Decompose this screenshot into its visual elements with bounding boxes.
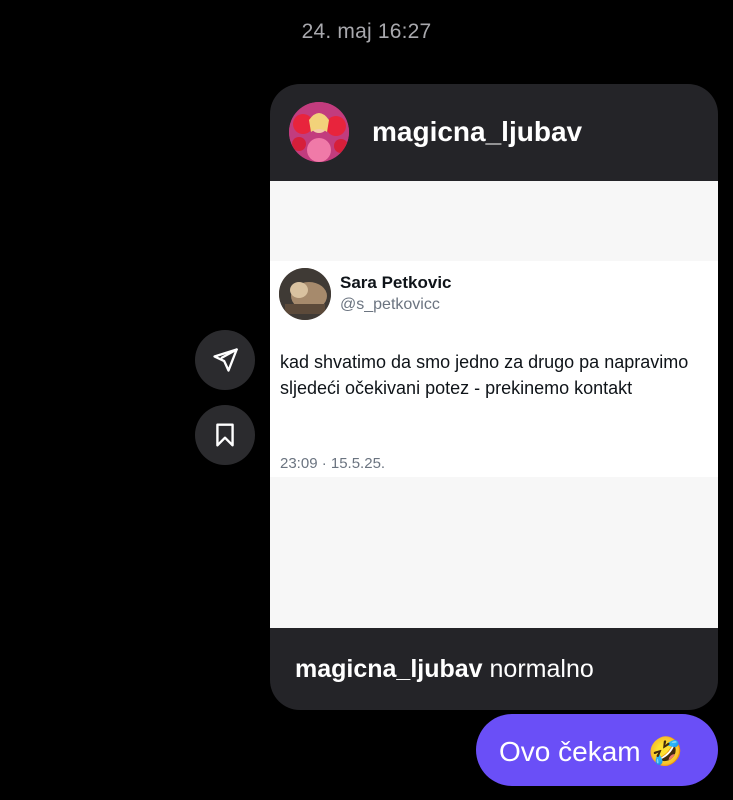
chat-screen: 24. maj 16:27 magicna_ljubav Sara Petkov… [0, 0, 733, 800]
post-header[interactable]: magicna_ljubav [270, 84, 718, 181]
tweet-avatar [279, 268, 331, 320]
tweet-text: kad shvatimo da smo jedno za drugo pa na… [280, 352, 689, 398]
post-image[interactable]: Sara Petkovic @s_petkovicc kad shvatimo … [270, 181, 718, 628]
caption-text: normalno [489, 655, 594, 683]
message-timestamp: 24. maj 16:27 [301, 20, 432, 43]
tweet-time: 23:09 · 15.5.25. [280, 455, 386, 472]
tweet-author-handle: @s_petkovicc [340, 296, 440, 313]
bookmark-icon [212, 421, 238, 449]
post-caption: magicna_ljubav normalno [295, 655, 594, 684]
save-button[interactable] [195, 405, 255, 465]
avatar[interactable] [289, 102, 349, 162]
shared-post-bubble[interactable]: magicna_ljubav Sara Petkovic @s_petkovic… [270, 84, 718, 710]
sent-message-text: Ovo čekam 🤣 [499, 736, 684, 767]
post-username[interactable]: magicna_ljubav [372, 116, 582, 148]
sent-message-bubble[interactable]: Ovo čekam 🤣 [476, 714, 718, 786]
paper-plane-icon [211, 346, 239, 374]
share-button[interactable] [195, 330, 255, 390]
caption-username[interactable]: magicna_ljubav [295, 655, 483, 683]
tweet-screenshot: Sara Petkovic @s_petkovicc kad shvatimo … [270, 261, 718, 477]
tweet-author-name: Sara Petkovic [340, 273, 452, 292]
